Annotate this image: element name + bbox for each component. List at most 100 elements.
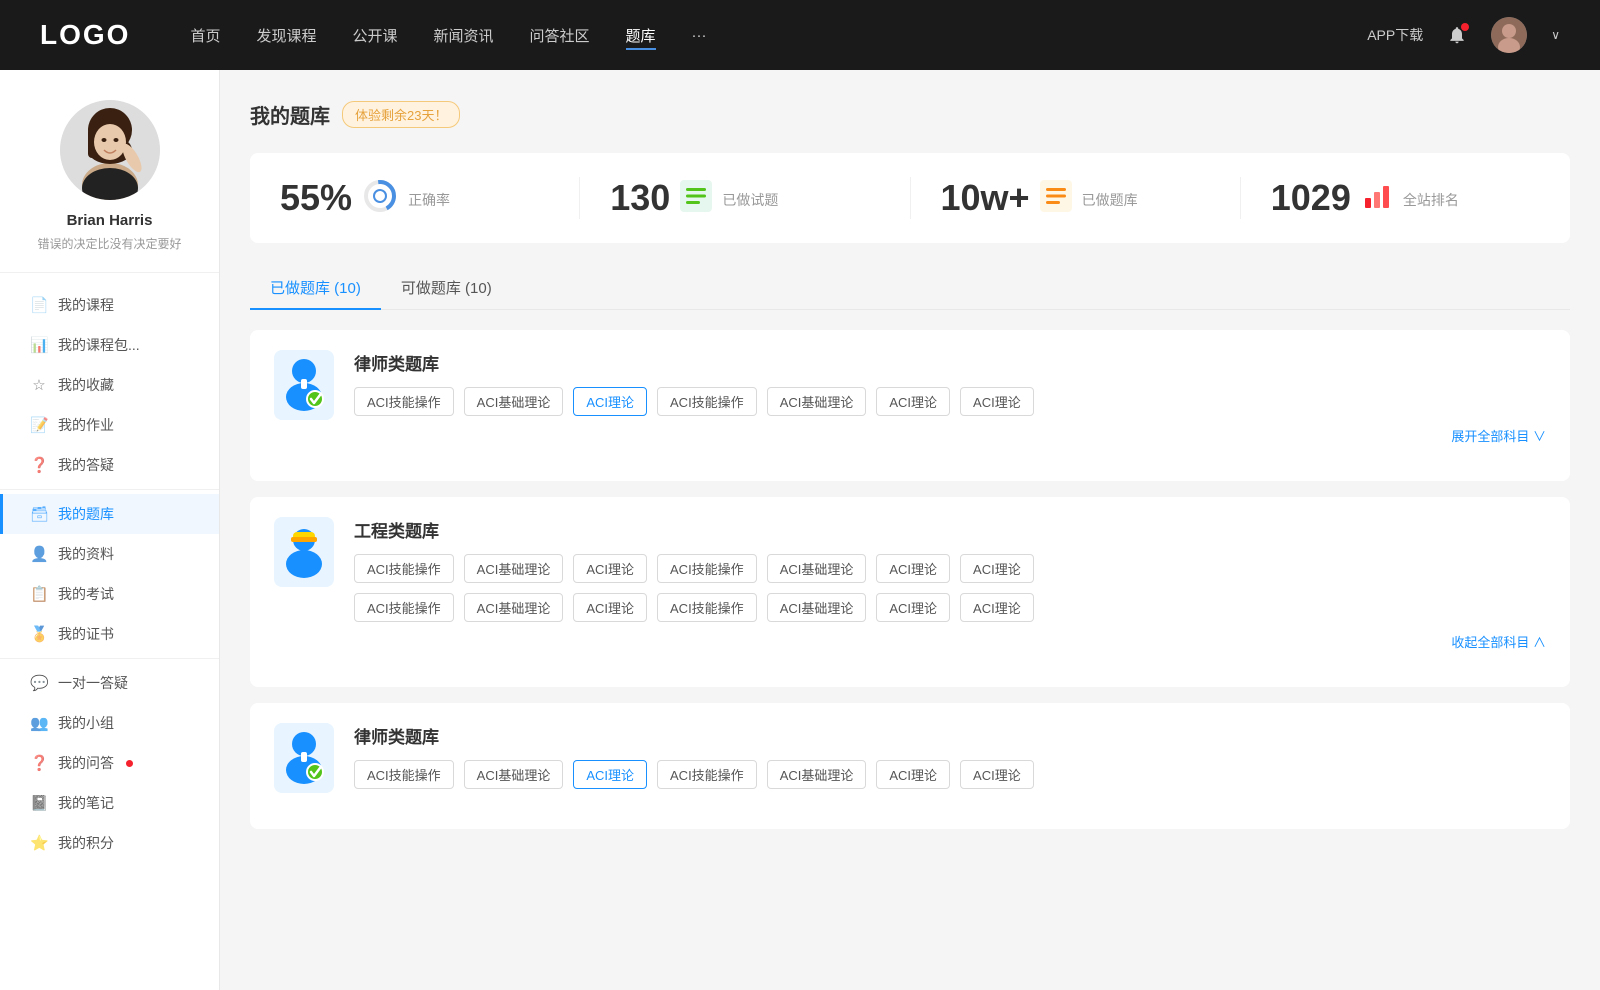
divider-1 [0, 489, 219, 490]
group-icon: 👥 [30, 714, 48, 732]
sidebar-item-profile[interactable]: 👤 我的资料 [0, 534, 219, 574]
nav-qa[interactable]: 问答社区 [530, 21, 590, 50]
qbank-info-3: 律师类题库 ACI技能操作 ACI基础理论 ACI理论 ACI技能操作 ACI基… [354, 723, 1546, 789]
tag-2-1[interactable]: ACI基础理论 [464, 554, 564, 583]
qbank-header-3: 律师类题库 ACI技能操作 ACI基础理论 ACI理论 ACI技能操作 ACI基… [274, 723, 1546, 793]
tag-2-2[interactable]: ACI理论 [573, 554, 647, 583]
sidebar-item-bank[interactable]: 🗃 我的题库 [0, 494, 219, 534]
user-avatar[interactable] [1491, 17, 1527, 53]
accuracy-label: 正确率 [408, 190, 450, 210]
tag-3-0[interactable]: ACI技能操作 [354, 760, 454, 789]
stat-done-banks: 10w+ 已做题库 [911, 177, 1241, 219]
tag-2-4[interactable]: ACI基础理论 [767, 554, 867, 583]
sidebar-item-group[interactable]: 👥 我的小组 [0, 703, 219, 743]
qbank-icon-lawyer [274, 350, 334, 420]
done-questions-value: 130 [610, 177, 670, 219]
divider-2 [0, 658, 219, 659]
qbank-icon-engineer [274, 517, 334, 587]
trial-badge: 体验剩余23天！ [342, 101, 460, 128]
done-questions-label: 已做试题 [722, 190, 778, 210]
tag-2b-0[interactable]: ACI技能操作 [354, 593, 454, 622]
tag-3-6[interactable]: ACI理论 [960, 760, 1034, 789]
tab-available[interactable]: 可做题库 (10) [381, 267, 512, 310]
profile-name: Brian Harris [67, 212, 153, 229]
app-download[interactable]: APP下载 [1367, 25, 1423, 45]
tag-2b-5[interactable]: ACI理论 [876, 593, 950, 622]
qa-notification-dot [126, 760, 133, 767]
sidebar-item-courses[interactable]: 📄 我的课程 [0, 285, 219, 325]
expand-link-1[interactable]: 展开全部科目 ∨ [354, 426, 1546, 445]
tag-2-5[interactable]: ACI理论 [876, 554, 950, 583]
tag-1-6[interactable]: ACI理论 [960, 387, 1034, 416]
collapse-link-2[interactable]: 收起全部科目 ∧ [354, 632, 1546, 651]
sidebar-item-exam[interactable]: 📋 我的考试 [0, 574, 219, 614]
star-icon: ☆ [30, 376, 48, 394]
tag-1-2[interactable]: ACI理论 [573, 387, 647, 416]
logo: LOGO [40, 19, 130, 51]
tag-3-1[interactable]: ACI基础理论 [464, 760, 564, 789]
stat-accuracy: 55% 正确率 [250, 177, 580, 219]
tabs: 已做题库 (10) 可做题库 (10) [250, 267, 1570, 310]
sidebar-item-label: 我的课程 [58, 295, 114, 315]
tag-1-1[interactable]: ACI基础理论 [464, 387, 564, 416]
list-orange-icon [1040, 180, 1072, 217]
notes-icon: 📓 [30, 794, 48, 812]
qa-icon: ❓ [30, 456, 48, 474]
sidebar-item-notes[interactable]: 📓 我的笔记 [0, 783, 219, 823]
nav-opencourse[interactable]: 公开课 [352, 21, 397, 50]
tag-2-6[interactable]: ACI理论 [960, 554, 1034, 583]
tag-3-5[interactable]: ACI理论 [876, 760, 950, 789]
tag-3-3[interactable]: ACI技能操作 [657, 760, 757, 789]
qbank-card-2: 工程类题库 ACI技能操作 ACI基础理论 ACI理论 ACI技能操作 ACI基… [250, 497, 1570, 687]
notification-bell[interactable] [1443, 21, 1471, 49]
myqa-icon: ❓ [30, 754, 48, 772]
tag-1-3[interactable]: ACI技能操作 [657, 387, 757, 416]
nav-home[interactable]: 首页 [190, 21, 220, 50]
sidebar-item-label: 一对一答疑 [58, 673, 128, 693]
sidebar-item-packages[interactable]: 📊 我的课程包... [0, 325, 219, 365]
rank-value: 1029 [1271, 177, 1351, 219]
sidebar-item-label: 我的证书 [58, 624, 114, 644]
tag-1-4[interactable]: ACI基础理论 [767, 387, 867, 416]
sidebar-item-answers[interactable]: ❓ 我的答疑 [0, 445, 219, 485]
tag-3-2[interactable]: ACI理论 [573, 760, 647, 789]
stat-done-questions: 130 已做试题 [580, 177, 910, 219]
qbank-header-1: 律师类题库 ACI技能操作 ACI基础理论 ACI理论 ACI技能操作 ACI基… [274, 350, 1546, 445]
done-banks-label: 已做题库 [1082, 190, 1138, 210]
sidebar-item-cert[interactable]: 🏅 我的证书 [0, 614, 219, 654]
tab-done[interactable]: 已做题库 (10) [250, 267, 381, 310]
tag-2b-1[interactable]: ACI基础理论 [464, 593, 564, 622]
bar-chart-icon [1361, 180, 1393, 217]
tags-row-2a: ACI技能操作 ACI基础理论 ACI理论 ACI技能操作 ACI基础理论 AC… [354, 554, 1546, 583]
tag-1-0[interactable]: ACI技能操作 [354, 387, 454, 416]
tags-row-2b: ACI技能操作 ACI基础理论 ACI理论 ACI技能操作 ACI基础理论 AC… [354, 593, 1546, 622]
rank-label: 全站排名 [1403, 190, 1459, 210]
qbank-icon-lawyer-2 [274, 723, 334, 793]
nav-more[interactable]: ··· [692, 23, 707, 48]
profile-motto: 错误的决定比没有决定要好 [37, 235, 181, 252]
user-menu-chevron[interactable]: ∨ [1551, 28, 1560, 42]
sidebar-item-points[interactable]: ⭐ 我的积分 [0, 823, 219, 863]
tag-2b-2[interactable]: ACI理论 [573, 593, 647, 622]
done-banks-value: 10w+ [941, 177, 1030, 219]
sidebar-item-label: 我的积分 [58, 833, 114, 853]
tag-2-3[interactable]: ACI技能操作 [657, 554, 757, 583]
nav-bank[interactable]: 题库 [626, 21, 656, 50]
tag-2b-3[interactable]: ACI技能操作 [657, 593, 757, 622]
qbank-title-3: 律师类题库 [354, 723, 1546, 748]
tag-1-5[interactable]: ACI理论 [876, 387, 950, 416]
sidebar-item-label: 我的作业 [58, 415, 114, 435]
main-layout: Brian Harris 错误的决定比没有决定要好 📄 我的课程 📊 我的课程包… [0, 70, 1600, 990]
nav-discover[interactable]: 发现课程 [256, 21, 316, 50]
nav-news[interactable]: 新闻资讯 [434, 21, 494, 50]
qbank-info-1: 律师类题库 ACI技能操作 ACI基础理论 ACI理论 ACI技能操作 ACI基… [354, 350, 1546, 445]
tag-2b-6[interactable]: ACI理论 [960, 593, 1034, 622]
sidebar-item-favorites[interactable]: ☆ 我的收藏 [0, 365, 219, 405]
sidebar-item-tutor[interactable]: 💬 一对一答疑 [0, 663, 219, 703]
sidebar-item-myqa[interactable]: ❓ 我的问答 [0, 743, 219, 783]
sidebar-item-homework[interactable]: 📝 我的作业 [0, 405, 219, 445]
tag-2b-4[interactable]: ACI基础理论 [767, 593, 867, 622]
tag-2-0[interactable]: ACI技能操作 [354, 554, 454, 583]
tag-3-4[interactable]: ACI基础理论 [767, 760, 867, 789]
qbank-info-2: 工程类题库 ACI技能操作 ACI基础理论 ACI理论 ACI技能操作 ACI基… [354, 517, 1546, 651]
